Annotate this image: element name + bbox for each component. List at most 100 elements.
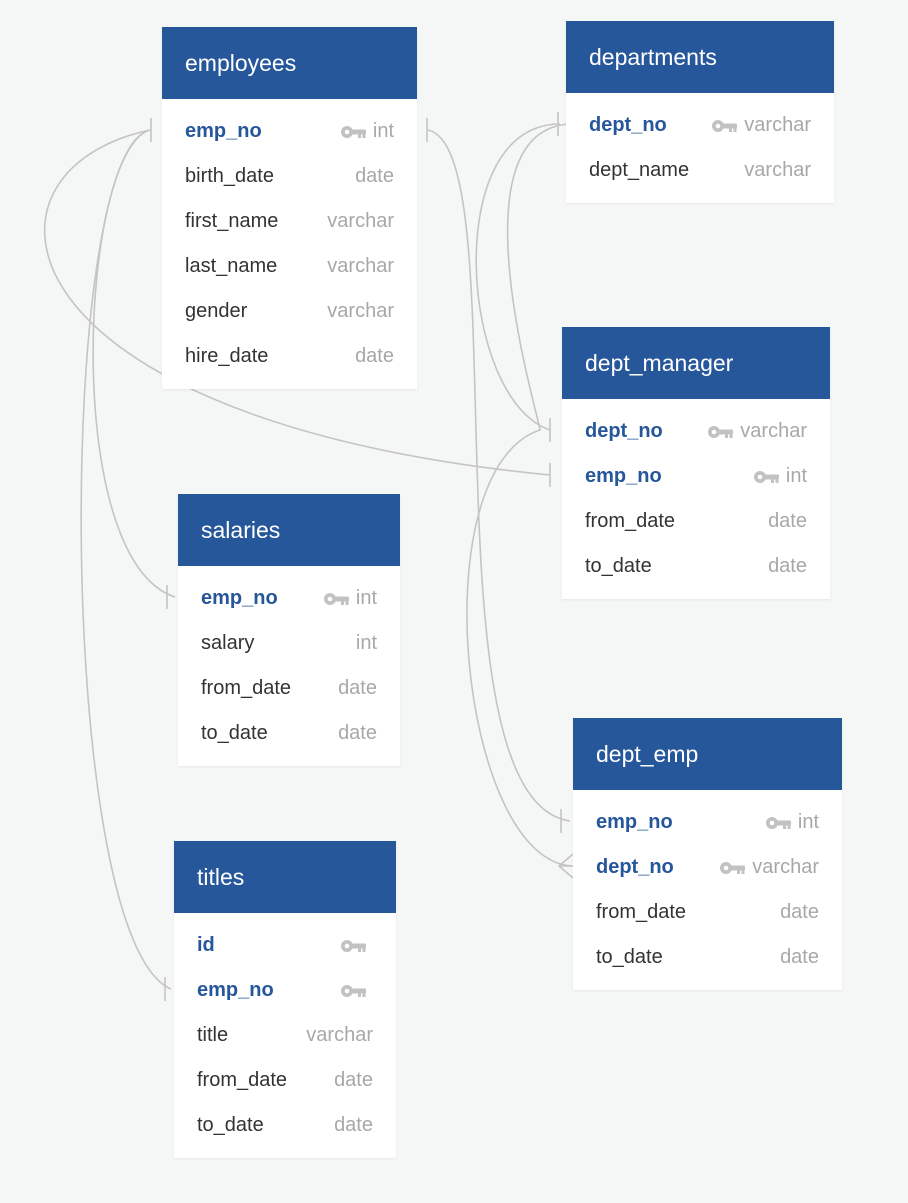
column-row[interactable]: to_date date [174, 1103, 396, 1148]
connector-employees-dept-emp [427, 129, 571, 822]
column-row[interactable]: from_date date [174, 1058, 396, 1103]
column-name: title [197, 1024, 229, 1046]
column-row[interactable]: from_date date [562, 499, 830, 544]
column-name: dept_no [585, 420, 663, 442]
column-list: emp_no int salary int from_date date to_dat… [178, 566, 400, 766]
column-name: to_date [197, 1114, 264, 1136]
column-type-label: varchar [744, 114, 811, 136]
column-row[interactable]: last_name varchar [162, 244, 417, 289]
column-row[interactable]: from_date date [178, 666, 400, 711]
column-list: id emp_no title varchar from_date date to_… [174, 913, 396, 1158]
column-type-label: int [355, 587, 377, 609]
table-employees[interactable]: employees emp_no int birth_date date first… [162, 27, 417, 389]
column-type: varchar [327, 300, 394, 322]
column-type-label: varchar [740, 420, 807, 442]
column-name: emp_no [585, 465, 662, 487]
key-icon [340, 939, 367, 953]
table-dept-manager[interactable]: dept_manager dept_no varchar emp_no int fr… [562, 327, 830, 599]
column-row[interactable]: emp_no int [178, 576, 400, 621]
column-type: varchar [327, 255, 394, 277]
column-type: varchar [327, 210, 394, 232]
column-list: emp_no int birth_date date first_name varch… [162, 99, 417, 389]
table-header: dept_manager [562, 327, 830, 399]
column-row[interactable]: to_date date [562, 544, 830, 589]
column-type: date [338, 722, 377, 744]
column-name: birth_date [185, 165, 274, 187]
column-type [340, 984, 373, 998]
column-type-label: int [797, 811, 819, 833]
column-name: to_date [596, 946, 663, 968]
column-row[interactable]: hire_date date [162, 334, 417, 379]
column-name: emp_no [596, 811, 673, 833]
column-row[interactable]: dept_no varchar [573, 845, 842, 890]
table-departments[interactable]: departments dept_no varchar dept_name varc… [566, 21, 834, 203]
column-row[interactable]: first_name varchar [162, 199, 417, 244]
column-row[interactable]: dept_name varchar [566, 148, 834, 193]
column-type: date [355, 165, 394, 187]
column-name: dept_name [589, 159, 690, 181]
column-type: varchar [707, 420, 807, 443]
column-name: from_date [585, 510, 676, 532]
column-type: date [334, 1069, 373, 1091]
many-marker [557, 853, 574, 879]
column-name: gender [185, 300, 248, 322]
column-row[interactable]: dept_no varchar [566, 103, 834, 148]
column-type: date [780, 946, 819, 968]
column-name: emp_no [185, 120, 262, 142]
table-header: dept_emp [573, 718, 842, 790]
column-name: dept_no [589, 114, 667, 136]
column-name: first_name [185, 210, 279, 232]
column-type: varchar [711, 114, 811, 137]
connector-departments-dept-manager [475, 123, 561, 431]
column-row[interactable]: gender varchar [162, 289, 417, 334]
table-titles[interactable]: titles id emp_no title varchar from_date d… [174, 841, 396, 1158]
column-row[interactable]: salary int [178, 621, 400, 666]
key-icon [707, 425, 734, 439]
column-name: last_name [185, 255, 278, 277]
column-type [340, 939, 373, 953]
column-row[interactable]: emp_no int [162, 109, 417, 154]
column-row[interactable]: birth_date date [162, 154, 417, 199]
table-salaries[interactable]: salaries emp_no int salary int from_date da… [178, 494, 400, 766]
column-list: dept_no varchar emp_no int from_date date t… [562, 399, 830, 599]
column-name: id [197, 934, 215, 956]
column-type: varchar [306, 1024, 373, 1046]
column-name: to_date [201, 722, 268, 744]
column-row[interactable]: to_date date [178, 711, 400, 756]
column-type: date [780, 901, 819, 923]
connector-departments-dept-emp [466, 123, 573, 867]
key-icon [323, 592, 350, 606]
column-row[interactable]: emp_no int [573, 800, 842, 845]
key-icon [340, 984, 367, 998]
column-type: int [340, 120, 394, 143]
column-type-label: int [785, 465, 807, 487]
table-header: employees [162, 27, 417, 99]
column-name: from_date [197, 1069, 288, 1091]
column-name: emp_no [201, 587, 278, 609]
column-row[interactable]: emp_no [174, 968, 396, 1013]
column-row[interactable]: to_date date [573, 935, 842, 980]
column-type: int [355, 632, 377, 654]
table-header: departments [566, 21, 834, 93]
column-row[interactable]: id [174, 923, 396, 968]
column-row[interactable]: emp_no int [562, 454, 830, 499]
table-header: titles [174, 841, 396, 913]
column-type-label: varchar [752, 856, 819, 878]
column-type: date [768, 555, 807, 577]
column-name: dept_no [596, 856, 674, 878]
column-row[interactable]: title varchar [174, 1013, 396, 1058]
column-type: int [753, 465, 807, 488]
key-icon [765, 816, 792, 830]
column-type: int [765, 811, 819, 834]
column-list: emp_no int dept_no varchar from_date date t… [573, 790, 842, 990]
column-type: varchar [744, 159, 811, 181]
column-row[interactable]: from_date date [573, 890, 842, 935]
column-type: date [338, 677, 377, 699]
table-dept-emp[interactable]: dept_emp emp_no int dept_no varchar from_d… [573, 718, 842, 990]
column-name: salary [201, 632, 255, 654]
key-icon [340, 125, 367, 139]
column-type: varchar [719, 856, 819, 879]
column-name: from_date [201, 677, 292, 699]
column-row[interactable]: dept_no varchar [562, 409, 830, 454]
connector-employees-titles [80, 129, 172, 990]
